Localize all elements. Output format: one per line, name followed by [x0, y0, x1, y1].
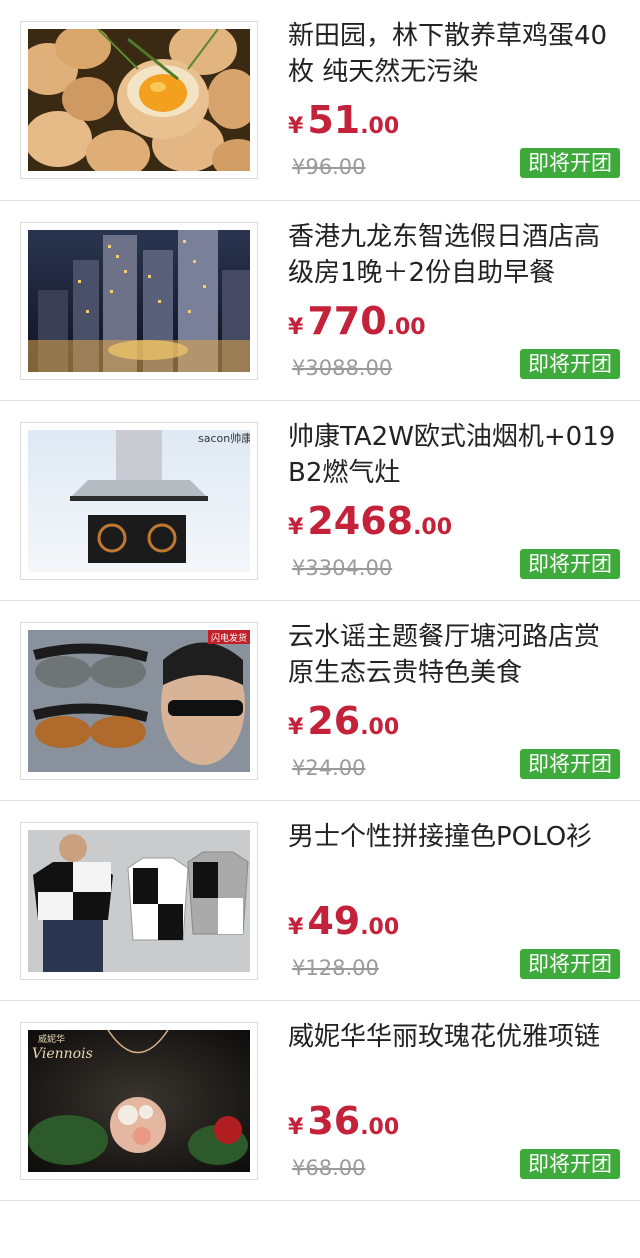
product-image-polo[interactable]	[28, 830, 250, 972]
product-image-sunglasses[interactable]: 闪电发货	[28, 630, 250, 772]
original-price: ¥3304.00	[292, 556, 393, 580]
product-image-frame[interactable]: 闪电发货	[20, 622, 258, 780]
polo-shirt-picture	[28, 830, 250, 972]
product-title[interactable]: 威妮华华丽玫瑰花优雅项链	[288, 1019, 618, 1055]
currency-symbol: ¥	[288, 315, 304, 340]
coming-soon-button[interactable]: 即将开团	[520, 148, 620, 178]
product-price: ¥2468.00	[288, 499, 452, 543]
necklace-brand-cn-text: 威妮华	[38, 1033, 65, 1045]
original-price: ¥68.00	[292, 1156, 366, 1180]
price-integer: 51	[307, 98, 361, 142]
price-decimal: .00	[386, 315, 426, 340]
eggs-picture	[28, 29, 250, 171]
coming-soon-button[interactable]: 即将开团	[520, 749, 620, 779]
list-item[interactable]: 香港九龙东智选假日酒店高级房1晚＋2份自助早餐 ¥770.00 ¥3088.00…	[0, 201, 640, 401]
list-item[interactable]: 新田园，林下散养草鸡蛋40枚 纯天然无污染 ¥51.00 ¥96.00 即将开团	[0, 0, 640, 201]
necklace-picture: 威妮华 Viennois	[28, 1030, 250, 1172]
product-image-frame[interactable]	[20, 222, 258, 380]
original-price: ¥24.00	[292, 756, 366, 780]
list-item[interactable]: sacon帅康 帅康TA2W欧式油烟机+019B2燃气灶 ¥2468.00 ¥3…	[0, 401, 640, 601]
price-integer: 49	[307, 899, 361, 943]
product-price: ¥36.00	[288, 1099, 399, 1143]
range-hood-picture: sacon帅康	[28, 430, 250, 572]
original-price: ¥96.00	[292, 155, 366, 179]
product-title[interactable]: 男士个性拼接撞色POLO衫	[288, 819, 618, 855]
coming-soon-button[interactable]: 即将开团	[520, 549, 620, 579]
product-title[interactable]: 新田园，林下散养草鸡蛋40枚 纯天然无污染	[288, 18, 618, 90]
currency-symbol: ¥	[288, 715, 304, 740]
original-price: ¥128.00	[292, 956, 379, 980]
list-item[interactable]: 男士个性拼接撞色POLO衫 ¥49.00 ¥128.00 即将开团	[0, 801, 640, 1001]
original-price: ¥3088.00	[292, 356, 393, 380]
currency-symbol: ¥	[288, 114, 304, 139]
price-integer: 2468	[307, 499, 414, 543]
coming-soon-button[interactable]: 即将开团	[520, 1149, 620, 1179]
banner-tag-text: 闪电发货	[211, 632, 247, 644]
price-decimal: .00	[360, 715, 400, 740]
product-image-hotel[interactable]	[28, 230, 250, 372]
currency-symbol: ¥	[288, 915, 304, 940]
coming-soon-button[interactable]: 即将开团	[520, 349, 620, 379]
price-decimal: .00	[360, 1115, 400, 1140]
product-image-frame[interactable]: sacon帅康	[20, 422, 258, 580]
price-decimal: .00	[360, 114, 400, 139]
sunglasses-picture: 闪电发货	[28, 630, 250, 772]
coming-soon-button[interactable]: 即将开团	[520, 949, 620, 979]
city-night-picture	[28, 230, 250, 372]
product-image-range-hood[interactable]: sacon帅康	[28, 430, 250, 572]
product-image-eggs[interactable]	[28, 29, 250, 171]
currency-symbol: ¥	[288, 1115, 304, 1140]
list-item[interactable]: 闪电发货 云水谣主题餐厅塘河路店赏原生态云贵特色美食 ¥26.00 ¥24.00…	[0, 601, 640, 801]
price-decimal: .00	[360, 915, 400, 940]
product-price: ¥51.00	[288, 98, 399, 142]
product-title[interactable]: 帅康TA2W欧式油烟机+019B2燃气灶	[288, 419, 618, 491]
list-item[interactable]: 威妮华 Viennois 威妮华华丽玫瑰花优雅项链 ¥36.00 ¥68.00 …	[0, 1001, 640, 1201]
price-integer: 36	[307, 1099, 361, 1143]
product-image-frame[interactable]	[20, 822, 258, 980]
price-integer: 26	[307, 699, 361, 743]
hood-brand-text: sacon帅康	[198, 431, 250, 445]
necklace-brand-en-text: Viennois	[32, 1046, 93, 1062]
product-image-necklace[interactable]: 威妮华 Viennois	[28, 1030, 250, 1172]
product-price: ¥770.00	[288, 299, 426, 343]
product-price: ¥49.00	[288, 899, 399, 943]
product-image-frame[interactable]	[20, 21, 258, 179]
product-price: ¥26.00	[288, 699, 399, 743]
price-decimal: .00	[413, 515, 453, 540]
product-list: 新田园，林下散养草鸡蛋40枚 纯天然无污染 ¥51.00 ¥96.00 即将开团	[0, 0, 640, 1201]
product-image-frame[interactable]: 威妮华 Viennois	[20, 1022, 258, 1180]
product-title[interactable]: 云水谣主题餐厅塘河路店赏原生态云贵特色美食	[288, 619, 618, 691]
product-title[interactable]: 香港九龙东智选假日酒店高级房1晚＋2份自助早餐	[288, 219, 618, 291]
price-integer: 770	[307, 299, 387, 343]
currency-symbol: ¥	[288, 515, 304, 540]
